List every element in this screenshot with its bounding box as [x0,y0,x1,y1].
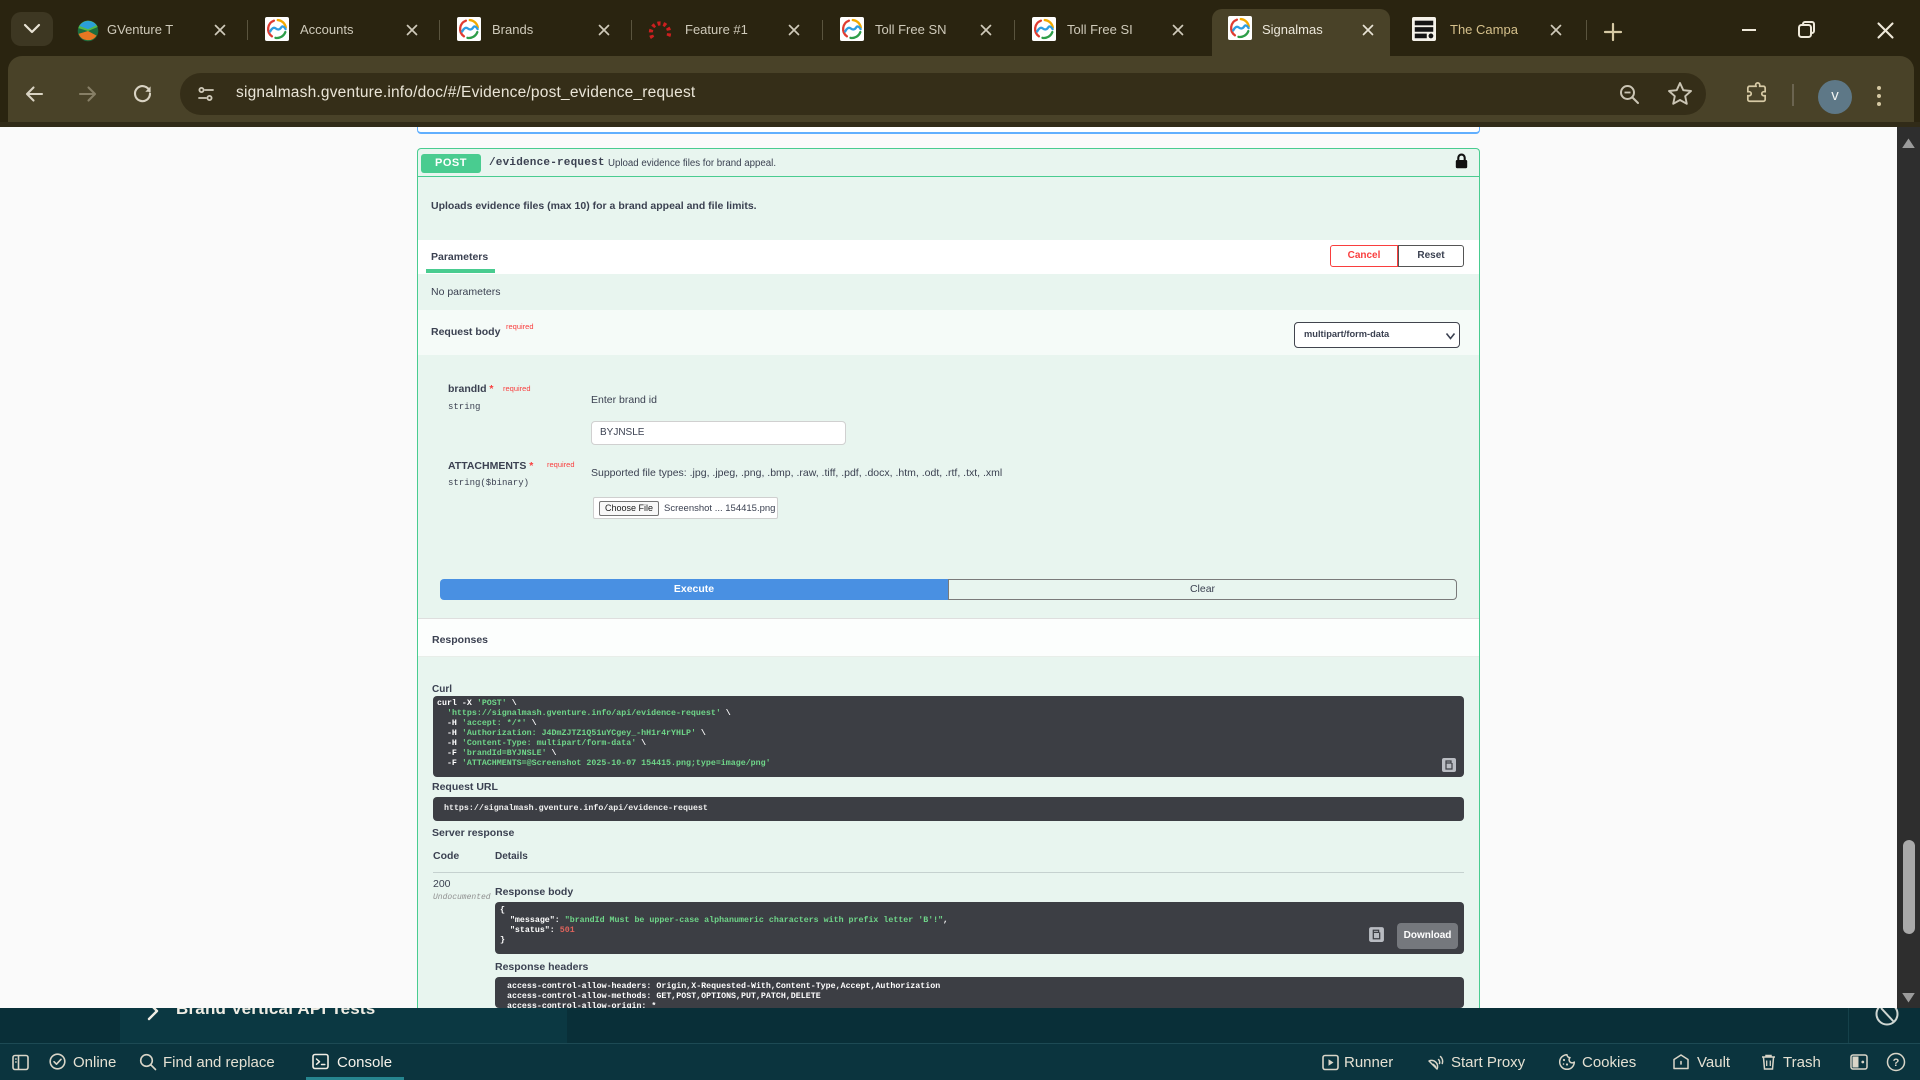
svg-text:?: ? [1893,1057,1900,1069]
